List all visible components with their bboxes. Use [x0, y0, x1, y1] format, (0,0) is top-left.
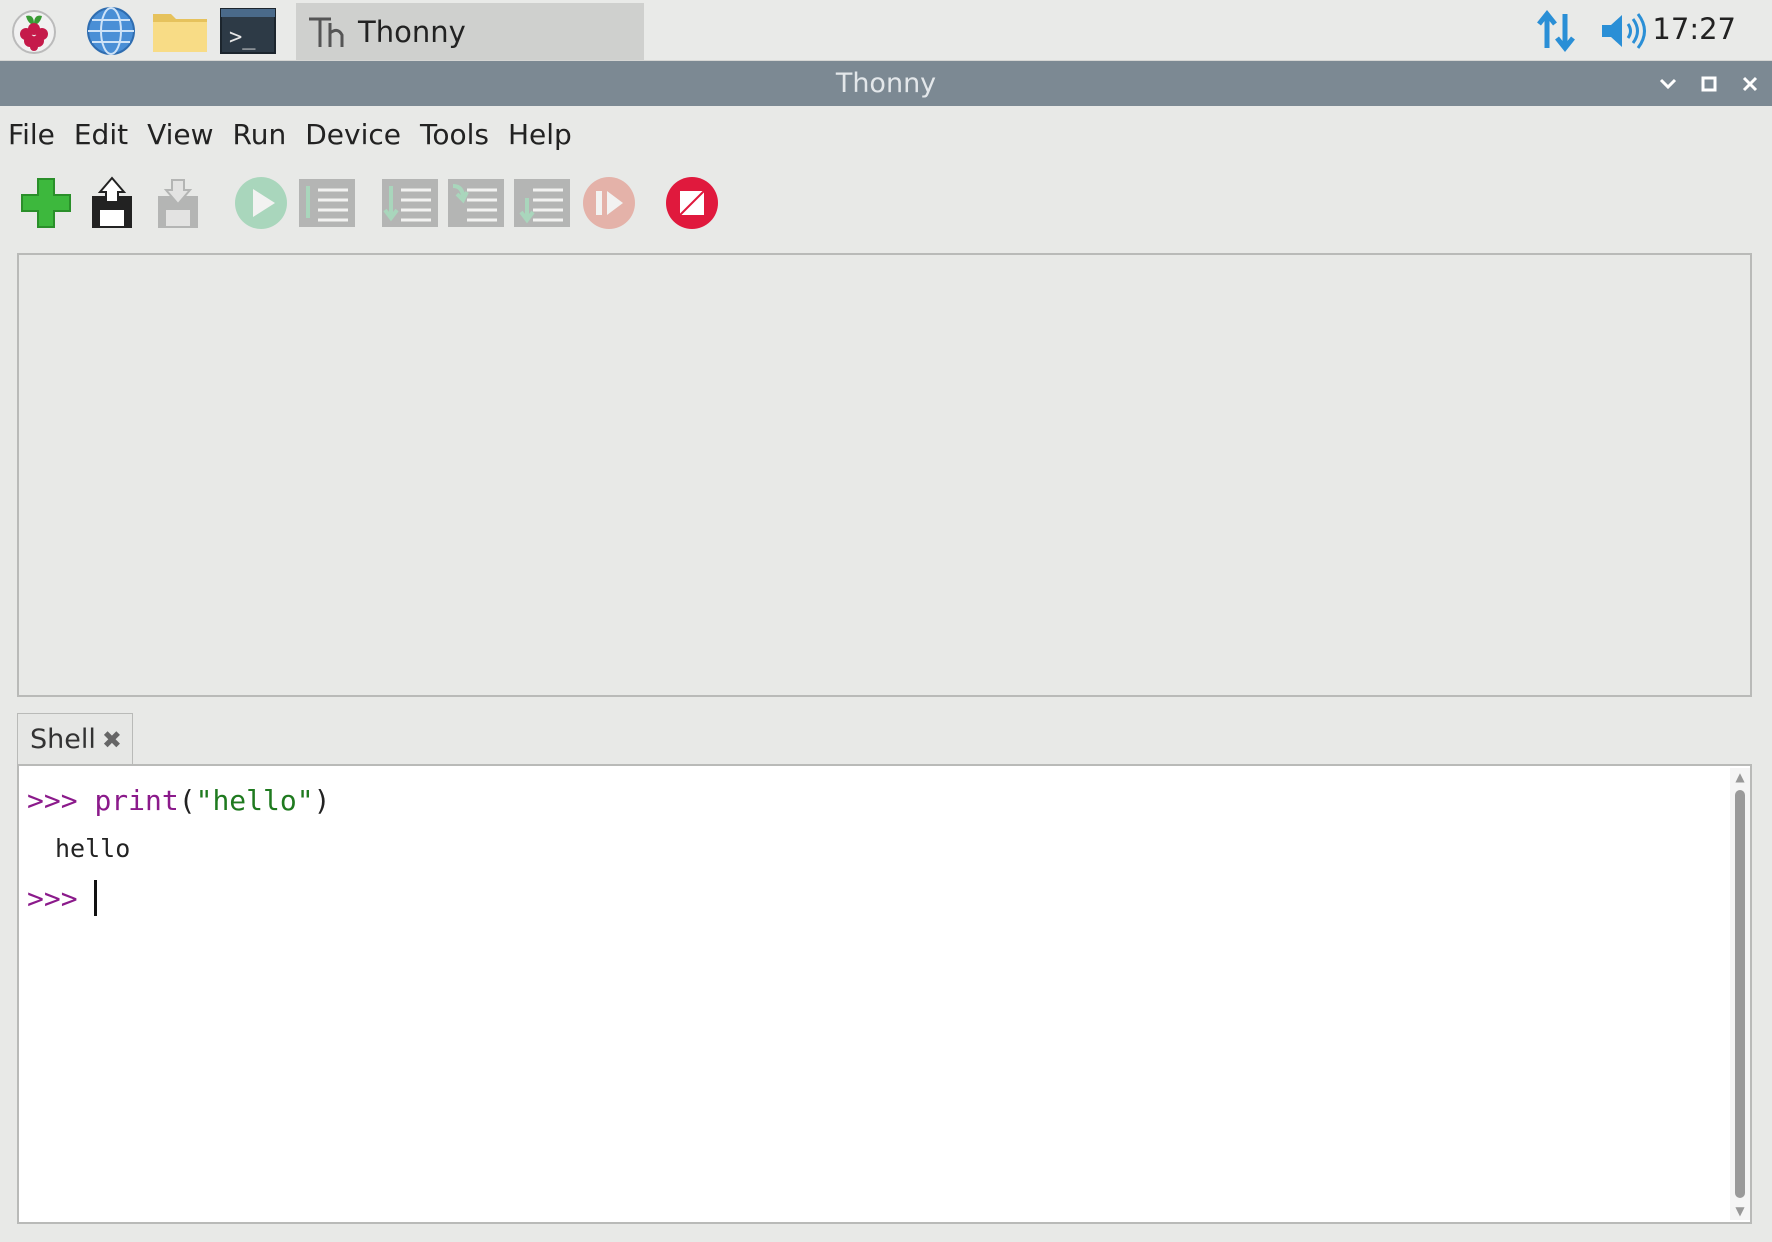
- menu-bar: File Edit View Run Device Tools Help: [0, 108, 591, 160]
- shell-prompt: >>>: [27, 881, 78, 915]
- step-out-button[interactable]: [511, 172, 573, 234]
- scroll-down-arrow-icon[interactable]: ▼: [1730, 1202, 1750, 1220]
- menu-view[interactable]: View: [147, 114, 222, 155]
- text-caret: [93, 880, 97, 916]
- network-arrows-icon[interactable]: [1533, 8, 1579, 58]
- code-keyword: print: [94, 784, 179, 817]
- shell-scrollbar[interactable]: ▲ ▼: [1730, 768, 1750, 1220]
- tab-shell[interactable]: Shell ✖: [17, 713, 133, 765]
- code-paren-open: (: [178, 784, 196, 817]
- step-into-button[interactable]: [445, 172, 507, 234]
- debug-button[interactable]: [296, 172, 358, 234]
- menu-run[interactable]: Run: [233, 114, 296, 155]
- close-icon: [1742, 76, 1758, 91]
- scroll-up-arrow-icon[interactable]: ▲: [1730, 768, 1750, 786]
- thonny-logo-icon: [306, 13, 346, 51]
- play-icon: [235, 177, 287, 229]
- taskbar-thonny-label: Thonny: [358, 14, 466, 49]
- shell-prompt: >>>: [27, 784, 78, 817]
- menu-edit[interactable]: Edit: [74, 114, 137, 155]
- step-out-icon: [514, 179, 570, 227]
- window-title: Thonny: [835, 68, 937, 99]
- code-string: "hello": [195, 784, 314, 817]
- resume-button[interactable]: [578, 172, 640, 234]
- close-icon[interactable]: ✖: [102, 726, 122, 754]
- shell-tab-label: Shell: [30, 724, 96, 755]
- stop-button[interactable]: [661, 172, 723, 234]
- plus-icon: [21, 178, 71, 228]
- shell-input-line[interactable]: >>>: [27, 880, 97, 916]
- debug-icon: [299, 179, 355, 227]
- maximize-button[interactable]: [1691, 61, 1727, 106]
- run-button[interactable]: [230, 172, 292, 234]
- shell-pane[interactable]: >>> print("hello") hello >>>: [17, 764, 1752, 1224]
- editor-area[interactable]: [17, 253, 1752, 697]
- terminal-icon[interactable]: >_: [218, 6, 278, 56]
- svg-text:>_: >_: [229, 25, 256, 50]
- raspberry-menu-icon[interactable]: [5, 6, 63, 56]
- step-over-button[interactable]: [379, 172, 441, 234]
- save-icon: [158, 179, 198, 228]
- save-file-button[interactable]: [147, 172, 209, 234]
- shell-line: >>> print("hello"): [27, 784, 330, 817]
- menu-help[interactable]: Help: [508, 114, 581, 155]
- speaker-icon[interactable]: [1600, 12, 1648, 54]
- chevron-down-icon: [1659, 78, 1677, 89]
- web-browser-icon[interactable]: [82, 6, 140, 56]
- load-file-button[interactable]: [81, 172, 143, 234]
- resume-icon: [583, 177, 635, 229]
- taskbar-thonny-button[interactable]: Thonny: [296, 3, 644, 60]
- file-manager-icon[interactable]: [150, 6, 210, 56]
- new-file-button[interactable]: [15, 172, 77, 234]
- maximize-icon: [1701, 76, 1717, 91]
- window-titlebar[interactable]: Thonny: [0, 61, 1772, 106]
- scroll-thumb[interactable]: [1735, 790, 1745, 1198]
- close-button[interactable]: [1732, 61, 1768, 106]
- taskbar: >_ Thonny 17:27: [0, 0, 1772, 61]
- minimize-button[interactable]: [1650, 61, 1686, 106]
- stop-icon: [666, 177, 718, 229]
- code-paren-close: ): [313, 784, 331, 817]
- menu-tools[interactable]: Tools: [420, 114, 498, 155]
- menu-device[interactable]: Device: [305, 114, 410, 155]
- step-over-icon: [382, 179, 438, 227]
- step-into-icon: [448, 179, 504, 227]
- clock[interactable]: 17:27: [1652, 12, 1736, 46]
- shell-output: hello: [55, 834, 131, 863]
- menu-file[interactable]: File: [8, 114, 64, 155]
- load-icon: [92, 176, 132, 228]
